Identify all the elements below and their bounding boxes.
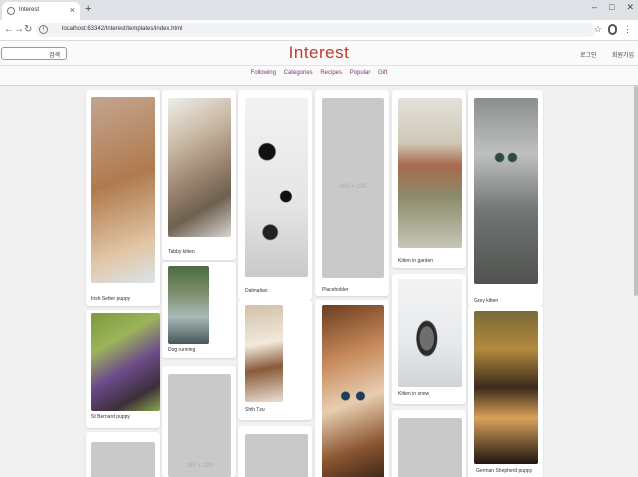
profile-icon[interactable] [608, 24, 617, 35]
pin-caption: St Bernard puppy [91, 414, 130, 420]
nav-recipes[interactable]: Recipes [320, 70, 342, 76]
pin-card[interactable]: Dog running [162, 262, 236, 358]
placeholder-image[interactable] [245, 434, 308, 477]
scrollbar-thumb[interactable] [634, 86, 638, 296]
kitten-snow-image[interactable] [398, 279, 462, 387]
pin-card[interactable]: Irish Setter puppy [86, 90, 160, 306]
window-minimize-button[interactable]: – [592, 2, 597, 13]
pin-card[interactable]: Dalmatian [238, 90, 312, 300]
url-text[interactable]: localhost:63342/Interest/templates/index… [62, 26, 182, 32]
pin-caption: German Shepherd puppy [476, 468, 533, 474]
pin-caption: Kitten in garden [398, 258, 434, 264]
german-shepherd-puppy-image[interactable] [474, 311, 538, 464]
pin-caption: Dog running [168, 347, 196, 353]
pin-caption: Dalmatian [245, 288, 268, 294]
pin-card[interactable]: Tabby kitten [162, 90, 236, 260]
st-bernard-puppy-image[interactable] [91, 313, 160, 411]
nav-following[interactable]: Following [251, 70, 276, 76]
placeholder-image[interactable] [91, 442, 155, 477]
pin-card[interactable] [392, 410, 466, 477]
dog-running-image[interactable] [168, 266, 209, 344]
pin-caption: Irish Setter puppy [91, 296, 131, 302]
category-nav: Following Categories Recipes Popular Gif… [0, 70, 638, 76]
pin-card[interactable]: Grey kitten [468, 90, 543, 306]
pin-card[interactable]: St Bernard puppy [86, 310, 160, 428]
pin-feed: Irish Setter puppy St Bernard puppy Tabb… [0, 86, 638, 477]
pin-caption: Kitten in snow [398, 391, 430, 397]
toolbar-icons: ☆ ⋮ [594, 23, 632, 35]
pin-card[interactable]: German Shepherd puppy [468, 306, 543, 477]
browser-menu-icon[interactable]: ⋮ [623, 23, 632, 35]
forward-arrow-icon[interactable]: → [14, 24, 24, 36]
signup-link[interactable]: 회원가입 [612, 50, 634, 59]
saluki-dog-image[interactable] [91, 97, 155, 283]
window-controls: – □ ✕ [592, 2, 634, 13]
pin-card[interactable] [315, 300, 389, 477]
reload-icon[interactable]: ↻ [24, 24, 32, 36]
pin-card[interactable]: 160 × 320 Placeholder [315, 90, 389, 296]
pin-card[interactable] [86, 432, 160, 477]
dalmatian-image[interactable] [245, 98, 308, 277]
signin-link[interactable]: 로그인 [580, 50, 597, 59]
page-favicon-icon [7, 7, 15, 15]
placeholder-image[interactable]: 160 × 220 [168, 374, 231, 477]
kitten-garden-image[interactable] [398, 98, 462, 248]
calico-kitten-image[interactable] [322, 305, 384, 477]
nav-categories[interactable]: Categories [284, 70, 313, 76]
back-arrow-icon[interactable]: ← [4, 24, 14, 36]
browser-tab[interactable]: Interest × [2, 2, 80, 20]
pin-card[interactable]: Kitten in garden [392, 90, 466, 268]
pin-card[interactable]: Kitten in snow [392, 274, 466, 404]
pin-caption: Grey kitten [474, 298, 499, 304]
pin-card[interactable]: 160 × 220 [162, 366, 236, 477]
site-info-icon[interactable]: i [39, 25, 48, 34]
nav-gift[interactable]: Gift [378, 70, 387, 76]
nav-popular[interactable]: Popular [350, 70, 371, 76]
shih-tzu-image[interactable] [245, 305, 283, 402]
tab-close-icon[interactable]: × [70, 5, 75, 15]
site-header: 검색 Interest 로그인 회원가입 Following Categorie… [0, 41, 638, 86]
bookmark-star-icon[interactable]: ☆ [594, 23, 602, 35]
tab-title: Interest [19, 7, 40, 13]
grey-kitten-image[interactable] [474, 98, 538, 284]
new-tab-button[interactable]: + [85, 4, 91, 15]
pin-caption: Shih Tzu [245, 407, 265, 413]
site-logo[interactable]: Interest [0, 43, 638, 63]
placeholder-image[interactable]: 160 × 320 [322, 98, 384, 278]
browser-toolbar: ← → ↻ i localhost:63342/Interest/templat… [0, 20, 638, 41]
header-divider [0, 65, 638, 66]
pin-card[interactable] [238, 426, 312, 477]
pin-caption: Placeholder [322, 287, 349, 293]
window-close-button[interactable]: ✕ [626, 2, 634, 13]
address-bar[interactable]: i localhost:63342/Interest/templates/ind… [36, 23, 596, 37]
pin-card[interactable]: Shih Tzu [238, 300, 312, 420]
tabby-kitten-image[interactable] [168, 98, 231, 237]
pin-caption: Tabby kitten [168, 249, 195, 255]
browser-tab-strip: Interest × + – □ ✕ [0, 0, 638, 20]
window-maximize-button[interactable]: □ [609, 2, 614, 13]
placeholder-image[interactable] [398, 418, 462, 477]
